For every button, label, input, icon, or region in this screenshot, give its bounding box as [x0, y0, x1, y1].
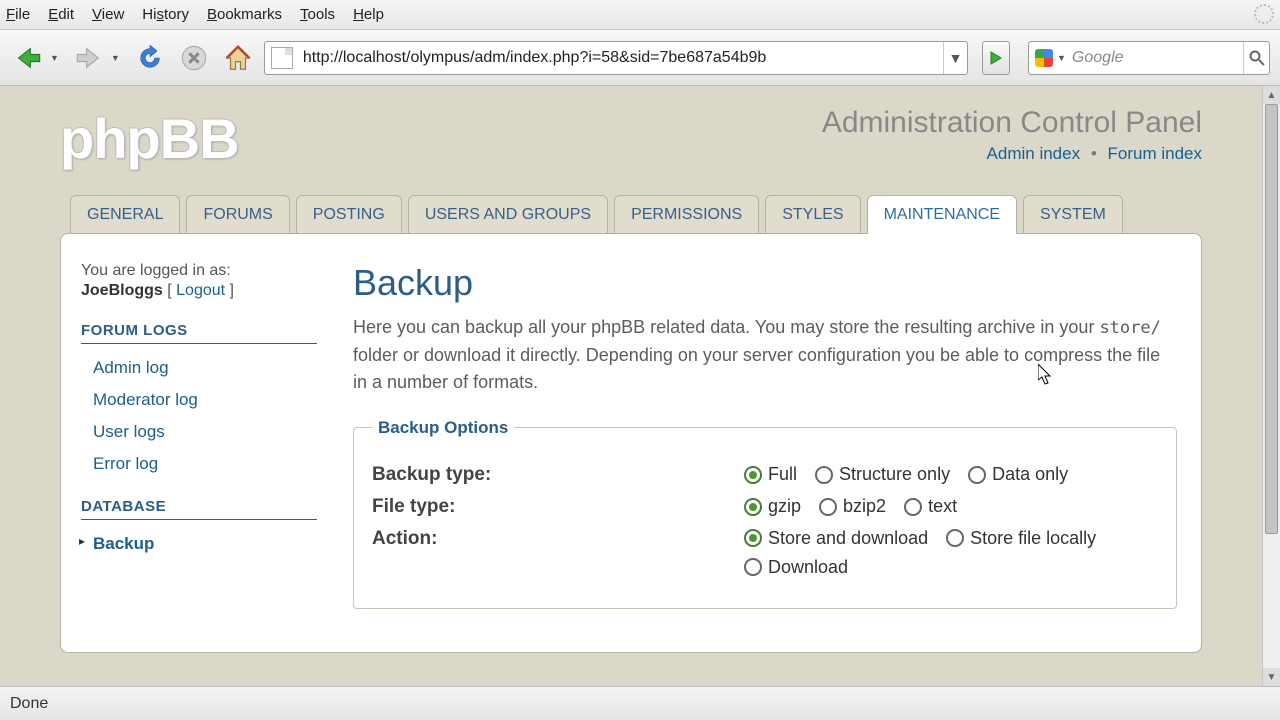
acp-main: Backup Here you can backup all your phpB…: [317, 262, 1177, 652]
back-button[interactable]: [10, 40, 46, 76]
search-submit[interactable]: [1243, 42, 1269, 74]
acp-header-links: Admin index • Forum index: [822, 144, 1202, 164]
url-dropdown[interactable]: ▼: [943, 42, 967, 74]
acp-title: Administration Control Panel: [822, 106, 1202, 140]
tab-permissions[interactable]: PERMISSIONS: [614, 195, 759, 234]
radio-file-bzip2[interactable]: bzip2: [819, 496, 886, 517]
forward-button[interactable]: [71, 40, 107, 76]
radio-icon: [744, 466, 762, 484]
fieldset-legend: Backup Options: [372, 418, 514, 438]
menu-tools[interactable]: Tools: [300, 6, 335, 23]
side-item-backup[interactable]: Backup: [81, 528, 317, 560]
tab-maintenance[interactable]: MAINTENANCE: [867, 195, 1017, 234]
throbber-icon: [1254, 4, 1274, 24]
radio-file-text[interactable]: text: [904, 496, 957, 517]
radio-action-download[interactable]: Download: [744, 557, 848, 578]
side-item-error-log[interactable]: Error log: [81, 448, 317, 480]
label-file-type: File type:: [372, 496, 744, 518]
side-item-admin-log[interactable]: Admin log: [81, 352, 317, 384]
label-action: Action:: [372, 528, 744, 578]
back-dropdown[interactable]: ▼: [50, 53, 59, 63]
radio-icon: [904, 498, 922, 516]
menu-history[interactable]: History: [142, 6, 189, 23]
side-header-database: DATABASE: [81, 498, 317, 520]
radio-icon: [744, 498, 762, 516]
home-button[interactable]: [220, 40, 256, 76]
go-button[interactable]: [982, 41, 1010, 75]
radio-icon: [968, 466, 986, 484]
page-icon: [271, 47, 293, 69]
radio-backup-data[interactable]: Data only: [968, 464, 1068, 485]
search-engine-dropdown[interactable]: ▼: [1057, 53, 1066, 63]
radio-icon: [815, 466, 833, 484]
search-input[interactable]: Google: [1070, 49, 1243, 67]
menu-bookmarks[interactable]: Bookmarks: [207, 6, 282, 23]
side-item-moderator-log[interactable]: Moderator log: [81, 384, 317, 416]
tab-system[interactable]: SYSTEM: [1023, 195, 1123, 234]
tab-forums[interactable]: FORUMS: [186, 195, 289, 234]
status-text: Done: [10, 695, 48, 713]
radio-action-store-local[interactable]: Store file locally: [946, 528, 1096, 549]
radio-icon: [744, 529, 762, 547]
acp-sidebar: You are logged in as: JoeBloggs [ Logout…: [81, 262, 317, 652]
search-box[interactable]: ▼ Google: [1028, 41, 1270, 75]
acp-panel: You are logged in as: JoeBloggs [ Logout…: [60, 233, 1202, 653]
phpbb-logo: phpBB: [60, 106, 239, 171]
logged-in-label: You are logged in as:: [81, 262, 317, 280]
scroll-up[interactable]: ▲: [1263, 86, 1280, 104]
browser-toolbar: ▼ ▼ http://localhost/olympus/adm/index.p…: [0, 30, 1280, 86]
menu-file[interactable]: File: [6, 6, 30, 23]
link-forum-index[interactable]: Forum index: [1108, 144, 1202, 163]
tab-users-groups[interactable]: USERS AND GROUPS: [408, 195, 608, 234]
radio-backup-full[interactable]: Full: [744, 464, 797, 485]
scroll-down[interactable]: ▼: [1263, 668, 1280, 686]
radio-icon: [819, 498, 837, 516]
acp-tabs: GENERAL FORUMS POSTING USERS AND GROUPS …: [0, 171, 1262, 234]
logout-link[interactable]: Logout: [176, 282, 225, 299]
tab-general[interactable]: GENERAL: [70, 195, 180, 234]
logged-in-user: JoeBloggs [ Logout ]: [81, 282, 317, 300]
page-description: Here you can backup all your phpBB relat…: [353, 314, 1177, 396]
page-viewport: phpBB Administration Control Panel Admin…: [0, 86, 1280, 686]
label-backup-type: Backup type:: [372, 464, 744, 486]
radio-file-gzip[interactable]: gzip: [744, 496, 801, 517]
menu-help[interactable]: Help: [353, 6, 384, 23]
google-icon: [1035, 49, 1053, 67]
backup-options-fieldset: Backup Options Backup type: Full Structu…: [353, 418, 1177, 609]
radio-action-store-download[interactable]: Store and download: [744, 528, 928, 549]
menu-view[interactable]: View: [92, 6, 124, 23]
forward-dropdown[interactable]: ▼: [111, 53, 120, 63]
vertical-scrollbar[interactable]: ▲ ▼: [1262, 86, 1280, 686]
side-item-user-logs[interactable]: User logs: [81, 416, 317, 448]
scroll-thumb[interactable]: [1265, 104, 1278, 534]
url-bar[interactable]: http://localhost/olympus/adm/index.php?i…: [264, 41, 968, 75]
radio-backup-structure[interactable]: Structure only: [815, 464, 950, 485]
browser-status-bar: Done: [0, 686, 1280, 720]
username: JoeBloggs: [81, 282, 163, 299]
radio-icon: [946, 529, 964, 547]
stop-button[interactable]: [176, 40, 212, 76]
page-heading: Backup: [353, 262, 1177, 304]
tab-posting[interactable]: POSTING: [296, 195, 402, 234]
tab-styles[interactable]: STYLES: [765, 195, 860, 234]
radio-icon: [744, 558, 762, 576]
menu-edit[interactable]: Edit: [48, 6, 74, 23]
url-text[interactable]: http://localhost/olympus/adm/index.php?i…: [299, 49, 943, 67]
link-admin-index[interactable]: Admin index: [987, 144, 1081, 163]
browser-menubar: File Edit View History Bookmarks Tools H…: [0, 0, 1280, 30]
reload-button[interactable]: [132, 40, 168, 76]
side-header-forum-logs: FORUM LOGS: [81, 322, 317, 344]
